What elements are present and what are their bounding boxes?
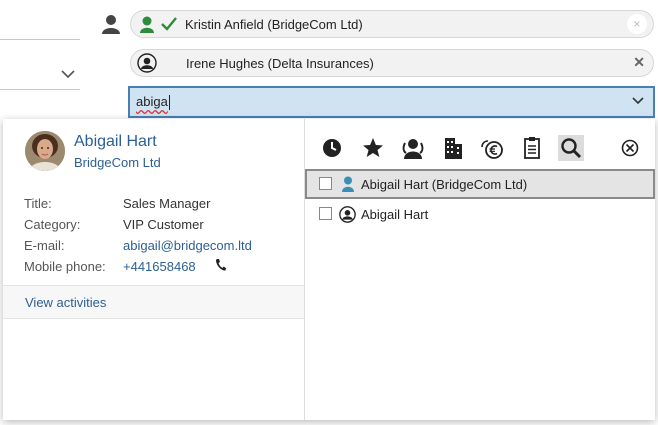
result-label: Abigail Hart (361, 207, 429, 222)
person-icon (102, 15, 120, 34)
contact-name[interactable]: Abigail Hart (74, 133, 157, 151)
title-value: Sales Manager (123, 196, 211, 211)
contact-person-icon (140, 16, 154, 33)
mobile-label: Mobile phone: (24, 259, 106, 274)
remove-chip-icon[interactable]: ✕ (633, 54, 645, 71)
chevron-down-icon[interactable] (631, 94, 645, 108)
result-label: Abigail Hart (BridgeCom Ltd) (361, 177, 528, 192)
checkmark-icon (161, 17, 177, 31)
form-divider (0, 89, 80, 90)
email-label: E-mail: (24, 238, 65, 253)
divider (3, 318, 304, 319)
recipient-chip[interactable]: Irene Hughes (Delta Insurances) ✕ (130, 49, 654, 77)
contact-person-icon (342, 176, 354, 192)
result-checkbox[interactable] (319, 177, 332, 190)
contact-dropdown-panel: Abigail Hart BridgeCom Ltd Title: Sales … (3, 119, 655, 420)
user-circle-icon (137, 53, 157, 73)
search-input-value: abiga (136, 94, 168, 109)
search-results-area: Abigail Hart (BridgeCom Ltd) Abigail Har… (305, 119, 655, 420)
star-icon[interactable] (360, 135, 386, 161)
email-link[interactable]: abigail@bridgecom.ltd (123, 238, 252, 253)
chip-label: Kristin Anfield (BridgeCom Ltd) (185, 17, 363, 32)
euro-coin-icon[interactable] (479, 135, 505, 161)
title-label: Title: (24, 196, 52, 211)
contacts-icon[interactable] (400, 135, 426, 161)
remove-chip-icon[interactable]: × (627, 14, 647, 34)
recipient-chip[interactable]: Kristin Anfield (BridgeCom Ltd) × (130, 10, 654, 38)
result-checkbox[interactable] (319, 207, 332, 220)
chevron-down-icon[interactable] (61, 69, 75, 79)
search-icon[interactable] (558, 135, 584, 161)
category-value: VIP Customer (123, 217, 204, 232)
phone-icon[interactable] (215, 258, 226, 272)
mobile-phone-link[interactable]: +441658468 (123, 259, 196, 274)
contact-preview: Abigail Hart BridgeCom Ltd Title: Sales … (3, 119, 305, 420)
activities-row: View activities (3, 286, 304, 318)
user-circle-icon (339, 206, 356, 223)
category-label: Category: (24, 217, 81, 232)
clock-icon[interactable] (319, 135, 345, 161)
text-caret (169, 95, 170, 110)
clipboard-icon[interactable] (519, 135, 545, 161)
view-activities-link[interactable]: View activities (25, 295, 106, 310)
recipient-search-input[interactable]: abiga (128, 86, 655, 118)
chip-label: Irene Hughes (Delta Insurances) (186, 56, 374, 71)
search-result-row[interactable]: Abigail Hart (305, 200, 655, 230)
contact-company[interactable]: BridgeCom Ltd (74, 155, 161, 170)
close-circle-icon[interactable] (617, 135, 643, 161)
form-divider (0, 39, 80, 40)
building-icon[interactable] (440, 135, 466, 161)
search-result-row[interactable]: Abigail Hart (BridgeCom Ltd) (305, 169, 655, 199)
avatar (25, 131, 65, 171)
